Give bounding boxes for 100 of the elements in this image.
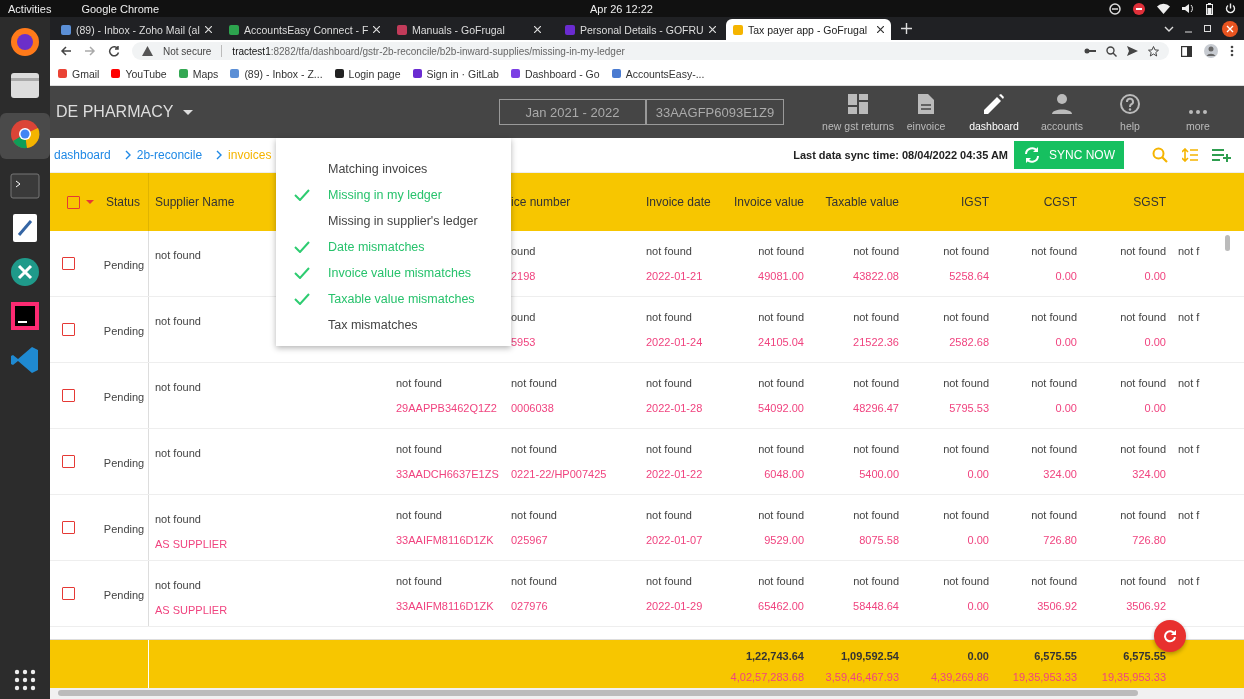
close-icon[interactable]: [877, 26, 884, 33]
app-menu[interactable]: Google Chrome: [81, 2, 160, 15]
address-bar[interactable]: Not secure tractest1:8282/tfa/dashboard/gstr-2b-reconcile/b2b-inward-supplies/missing-in-my-ledger: [132, 42, 1169, 60]
app-grid-icon[interactable]: [14, 669, 36, 691]
checkmark-icon: [294, 241, 310, 253]
menu-icon[interactable]: [1230, 45, 1234, 57]
restore-icon[interactable]: [1203, 24, 1212, 33]
add-list-icon[interactable]: [1212, 148, 1232, 162]
nav-item[interactable]: more: [1164, 92, 1232, 132]
row-checkbox[interactable]: [61, 323, 75, 336]
table-cell: not f: [1178, 509, 1200, 521]
zoom-icon[interactable]: [1106, 45, 1117, 57]
table-cell: not f: [1178, 377, 1200, 389]
sync-icon: [1023, 147, 1041, 163]
select-all-checkbox[interactable]: [67, 195, 80, 209]
browser-tab[interactable]: Manuals - GoFrugal: [390, 19, 548, 40]
column-header[interactable]: ice number: [511, 195, 634, 209]
column-header[interactable]: Invoice date: [646, 195, 714, 209]
table-cell: not found: [1120, 245, 1166, 257]
reload-icon[interactable]: [108, 45, 120, 57]
table-cell: 24105.04: [758, 336, 804, 348]
bookmark[interactable]: (89) - Inbox - Z...: [230, 67, 323, 80]
column-header[interactable]: Taxable value: [825, 195, 899, 209]
nav-item[interactable]: new gst returns: [824, 92, 892, 132]
nav-item[interactable]: accounts: [1028, 92, 1096, 132]
clock[interactable]: Apr 26 12:22: [590, 2, 653, 15]
row-checkbox[interactable]: [61, 389, 75, 402]
row-checkbox[interactable]: [61, 521, 75, 534]
table-cell: not found: [943, 245, 989, 257]
nav-item[interactable]: help: [1096, 92, 1164, 132]
browser-tab[interactable]: (89) - Inbox - Zoho Mail (al: [54, 19, 212, 40]
key-icon[interactable]: [1084, 47, 1096, 55]
gstin-field[interactable]: 33AAGFP6093E1Z9: [646, 99, 784, 125]
company-name[interactable]: DE PHARMACY: [56, 103, 174, 121]
table-cell: 2022-01-24: [646, 336, 703, 348]
table-cell: 0221-22/HP007425: [511, 468, 607, 480]
table-cell: not found: [853, 377, 899, 389]
new-tab-icon[interactable]: [901, 23, 912, 34]
send-icon[interactable]: [1127, 46, 1138, 56]
browser-tab[interactable]: AccountsEasy Connect - F: [222, 19, 380, 40]
wifi-icon[interactable]: [1157, 3, 1170, 14]
table-cell: 3506.92: [1126, 600, 1166, 612]
filter-option[interactable]: Missing in supplier's ledger: [276, 208, 511, 234]
power-icon[interactable]: [1225, 3, 1236, 14]
row-checkbox[interactable]: [61, 587, 75, 600]
checkmark-icon: [294, 189, 310, 201]
text-editor-icon[interactable]: [11, 213, 39, 243]
table-cell: not f: [1178, 443, 1200, 455]
browser-tab[interactable]: Personal Details - GOFRU: [558, 19, 716, 40]
table-cell: not found: [396, 575, 442, 587]
table-cell: not found: [1031, 509, 1077, 521]
filter-option[interactable]: Tax mismatches: [276, 312, 511, 338]
table-cell: not found: [396, 377, 442, 389]
profile-icon[interactable]: [1204, 44, 1218, 58]
help-icon: [1120, 94, 1140, 114]
table-cell: 0.00: [1055, 402, 1077, 414]
bookmark[interactable]: YouTube: [111, 67, 167, 80]
bookmark[interactable]: Maps: [178, 67, 219, 80]
breadcrumb-link[interactable]: 2b-reconcile: [136, 148, 203, 162]
refresh-button[interactable]: [1154, 620, 1186, 652]
activities-button[interactable]: Activities: [8, 2, 52, 15]
table-cell: not found: [646, 311, 692, 323]
do-not-disturb-icon[interactable]: [1133, 2, 1145, 15]
column-header[interactable]: CGST: [1043, 195, 1077, 209]
chrome-icon[interactable]: [10, 119, 40, 149]
row-checkbox[interactable]: [61, 257, 75, 270]
chevron-icon: [216, 150, 223, 160]
row-checkbox[interactable]: [61, 455, 75, 468]
table-cell: 54092.00: [758, 402, 804, 414]
close-icon[interactable]: [1222, 20, 1238, 37]
filter-option[interactable]: Matching invoices: [276, 156, 511, 182]
tab-list-icon[interactable]: [1164, 25, 1174, 32]
star-icon[interactable]: [1148, 45, 1159, 57]
bookmark[interactable]: Sign in · GitLab: [412, 67, 499, 80]
bookmark[interactable]: Login page: [334, 67, 401, 80]
period-field[interactable]: Jan 2021 - 2022: [499, 99, 646, 125]
table-cell: 33AAIFM8116D1ZK: [396, 534, 494, 546]
total-value: 19,35,953.33: [1101, 671, 1166, 683]
table-cell: not found: [943, 377, 989, 389]
scrollbar-thumb[interactable]: [1225, 235, 1230, 251]
column-header[interactable]: SGST: [1133, 195, 1166, 209]
back-icon[interactable]: [60, 45, 72, 57]
bookmark[interactable]: Dashboard - Go: [510, 67, 600, 80]
caret-icon[interactable]: [183, 109, 194, 115]
total-value: 0.00: [967, 650, 989, 662]
volume-icon[interactable]: [1182, 3, 1194, 14]
column-header[interactable]: IGST: [961, 195, 989, 209]
folder-icon[interactable]: [10, 71, 40, 99]
column-header[interactable]: Invoice value: [733, 195, 804, 209]
column-header[interactable]: Status: [106, 195, 142, 209]
bookmark[interactable]: Gmail: [58, 67, 100, 80]
scrollbar-thumb[interactable]: [58, 690, 1138, 696]
side-panel-icon[interactable]: [1181, 45, 1192, 57]
nav-item[interactable]: dashboard: [960, 92, 1028, 132]
breadcrumb-link[interactable]: dashboard: [54, 148, 111, 162]
bookmark[interactable]: AccountsEasy-...: [611, 67, 705, 80]
battery-icon[interactable]: [1206, 2, 1213, 15]
table-cell: not found: [396, 443, 442, 455]
warning-icon[interactable]: [142, 46, 153, 56]
browser-tab[interactable]: Tax payer app - GoFrugal: [726, 19, 891, 40]
